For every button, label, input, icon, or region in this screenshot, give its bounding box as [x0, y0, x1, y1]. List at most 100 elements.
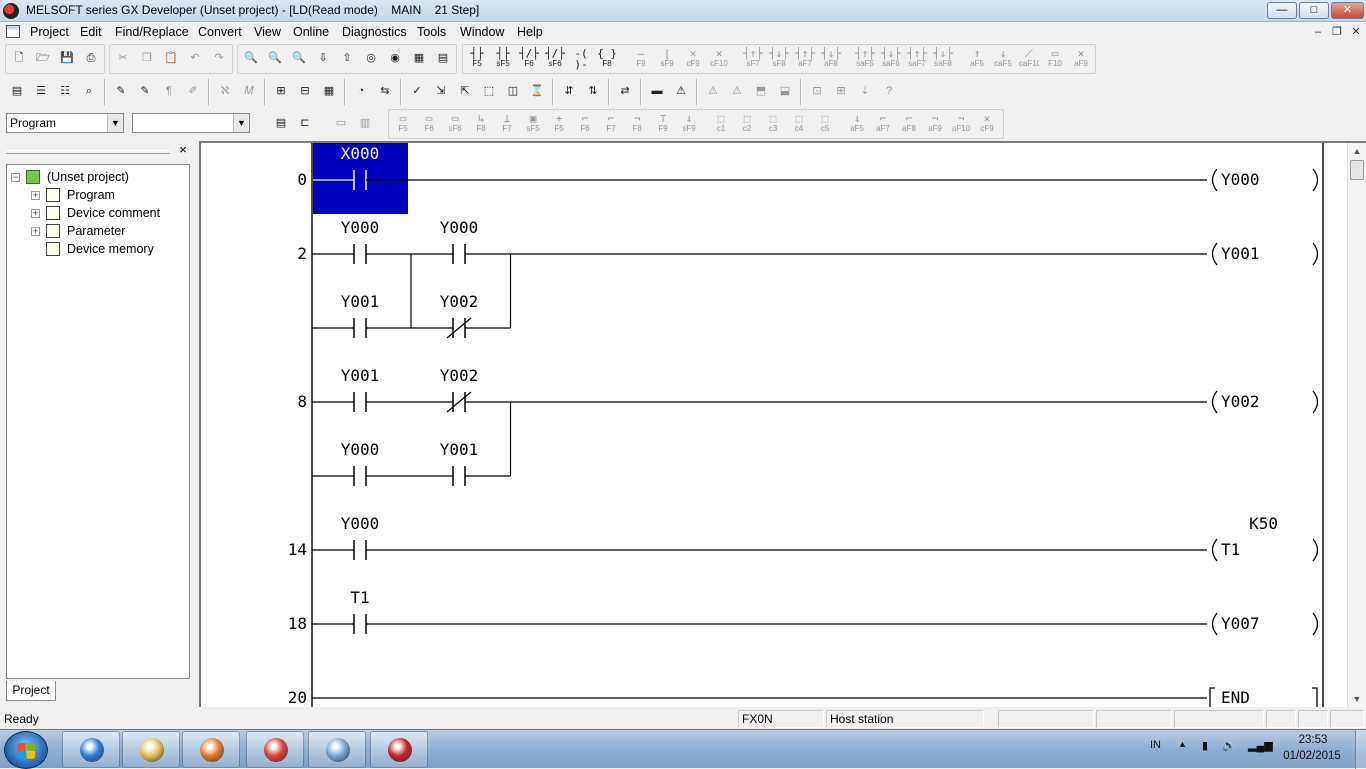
batch-monitor-button[interactable]: ◔ — [350, 80, 372, 102]
chevron-down-icon[interactable]: ▼ — [107, 114, 123, 132]
menu-project[interactable]: Project — [30, 25, 69, 39]
language-indicator[interactable]: IN — [1150, 739, 1161, 751]
convert-button[interactable]: ⇆ — [374, 80, 396, 102]
expand-icon[interactable]: + — [31, 191, 40, 200]
sfc-batch-button[interactable]: ⇣ — [854, 80, 876, 102]
tree-item[interactable]: Device comment — [67, 205, 160, 222]
tree-item[interactable]: Device memory — [67, 241, 154, 258]
menu-edit[interactable]: Edit — [80, 25, 102, 39]
zoom-button[interactable]: ⌕ — [78, 80, 100, 102]
online-change-button[interactable]: ⇄ — [614, 80, 636, 102]
panel-close-button[interactable]: × — [176, 143, 190, 157]
battery-icon[interactable]: ▮ — [1202, 739, 1208, 752]
data-type-combo[interactable]: Program ▼ — [6, 113, 124, 133]
note-button[interactable]: ✐ — [182, 80, 204, 102]
menu-view[interactable]: View — [254, 25, 281, 39]
find-contact-button[interactable]: 🔍 — [288, 47, 310, 69]
menu-help[interactable]: Help — [517, 25, 543, 39]
menu-window[interactable]: Window — [460, 25, 504, 39]
taskbar-paint-button[interactable] — [308, 731, 366, 768]
taskbar-chrome-button[interactable] — [246, 731, 304, 768]
check-button[interactable]: ✓ — [406, 80, 428, 102]
document-icon[interactable] — [6, 25, 20, 38]
start-button[interactable] — [4, 731, 48, 769]
ladder-view-button[interactable]: ☰ — [30, 80, 52, 102]
window-close-button[interactable]: ✕ — [1331, 2, 1364, 19]
sfc-button[interactable]: ⬒ — [750, 80, 772, 102]
list-view-button[interactable]: ☷ — [54, 80, 76, 102]
sfc-step-button[interactable]: ▭ — [330, 112, 352, 134]
timing-button[interactable]: ⌛ — [526, 80, 548, 102]
device-comment-button[interactable]: ✎ — [134, 80, 156, 102]
register-button[interactable]: ◫ — [502, 80, 524, 102]
menu-diagnostics[interactable]: Diagnostics — [342, 25, 407, 39]
monitor-stop-button[interactable]: ◉ — [384, 47, 406, 69]
tree-item[interactable]: Program — [67, 187, 115, 204]
help-button[interactable]: ? — [878, 80, 900, 102]
error-jump-button[interactable]: ⚠ — [670, 80, 692, 102]
taskbar-file-explorer-button[interactable] — [122, 731, 180, 768]
ladder-diagram[interactable]: 0 X000 Y000 2 Y000 Y000 Y001 Y002 Y001 8 Y001 Y002 Y… — [201, 143, 1347, 707]
sfc-transition-button[interactable]: ▥ — [354, 112, 376, 134]
window-maximize-button[interactable]: □ — [1299, 2, 1329, 19]
panel-grip[interactable] — [6, 150, 170, 154]
comm-setup-button[interactable]: ▬ — [646, 80, 668, 102]
read-from-plc-button[interactable]: ⇧ — [336, 47, 358, 69]
project-data-list-button[interactable]: ▤ — [6, 80, 28, 102]
block-button[interactable]: ⬚ — [478, 80, 500, 102]
expand-icon[interactable]: + — [31, 209, 40, 218]
open-button[interactable]: 🗁 — [32, 47, 54, 69]
taskbar-media-player-button[interactable] — [182, 731, 240, 768]
sfc-zoom-button[interactable]: ⊞ — [830, 80, 852, 102]
sfc-all-button[interactable]: ⬓ — [774, 80, 796, 102]
device-use-button[interactable]: ⊟ — [294, 80, 316, 102]
find-instruction-button[interactable]: 🔍 — [264, 47, 286, 69]
tab-project[interactable]: Project — [6, 681, 56, 701]
print-button[interactable]: ⎙ — [80, 47, 102, 69]
save-button[interactable]: 💾 — [56, 47, 78, 69]
mdi-close-button[interactable]: ✕ — [1348, 25, 1364, 40]
vertical-scrollbar[interactable]: ▲ ▼ — [1347, 143, 1366, 707]
find-device-button[interactable]: 🔍 — [240, 47, 262, 69]
paste-button[interactable]: 📋 — [160, 47, 182, 69]
clock-time[interactable]: 23:53 — [1291, 734, 1335, 746]
taskbar-internet-explorer-button[interactable] — [62, 731, 120, 768]
window-minimize-button[interactable]: — — [1267, 2, 1297, 19]
menu-find-replace[interactable]: Find/Replace — [115, 25, 189, 39]
show-desktop-button[interactable] — [1355, 730, 1366, 769]
comment-button[interactable]: ✎ — [110, 80, 132, 102]
chevron-down-icon[interactable]: ▼ — [233, 114, 249, 132]
table-button[interactable]: ▦ — [318, 80, 340, 102]
app-icon[interactable] — [3, 3, 19, 19]
collapse-icon[interactable]: − — [11, 173, 20, 182]
sfc-tree-button[interactable]: ⊏ — [294, 112, 316, 134]
sfc-monitor-button[interactable]: ⊡ — [806, 80, 828, 102]
scroll-down-icon[interactable]: ▼ — [1348, 691, 1366, 707]
redo-button[interactable]: ↷ — [208, 47, 230, 69]
program-name-combo[interactable]: ▼ — [132, 113, 250, 133]
network-icon[interactable]: ▂▄▆ — [1248, 739, 1273, 752]
volume-icon[interactable]: 🔊 — [1222, 739, 1236, 752]
tree-item[interactable]: (Unset project) — [47, 169, 129, 186]
clock-date[interactable]: 01/02/2015 — [1280, 750, 1344, 762]
cut-button[interactable]: ✂ — [112, 47, 134, 69]
menu-convert[interactable]: Convert — [198, 25, 242, 39]
mdi-restore-button[interactable]: ❐ — [1329, 25, 1345, 40]
entry-monitor-button[interactable]: ▤ — [432, 47, 454, 69]
mdi-minimize-button[interactable]: – — [1310, 25, 1326, 40]
step-read-button[interactable]: ⇲ — [430, 80, 452, 102]
copy-button[interactable]: ❐ — [136, 47, 158, 69]
trace-button[interactable]: ⇅ — [582, 80, 604, 102]
tree-item[interactable]: Parameter — [67, 223, 125, 240]
write-to-plc-button[interactable]: ⇩ — [312, 47, 334, 69]
macro-button[interactable]: 𝑀 — [238, 80, 260, 102]
step-write-button[interactable]: ⇱ — [454, 80, 476, 102]
monitor-mode-button[interactable]: ◎ — [360, 47, 382, 69]
ladder-monitor-button[interactable]: ▦ — [408, 47, 430, 69]
cross-ref-button[interactable]: ⊞ — [270, 80, 292, 102]
expand-icon[interactable]: + — [31, 227, 40, 236]
statement-button[interactable]: ¶ — [158, 80, 180, 102]
error-list-button[interactable]: ⚠ — [702, 80, 724, 102]
alias-button[interactable]: ℵ — [214, 80, 236, 102]
new-button[interactable]: 🗋 — [8, 47, 30, 69]
